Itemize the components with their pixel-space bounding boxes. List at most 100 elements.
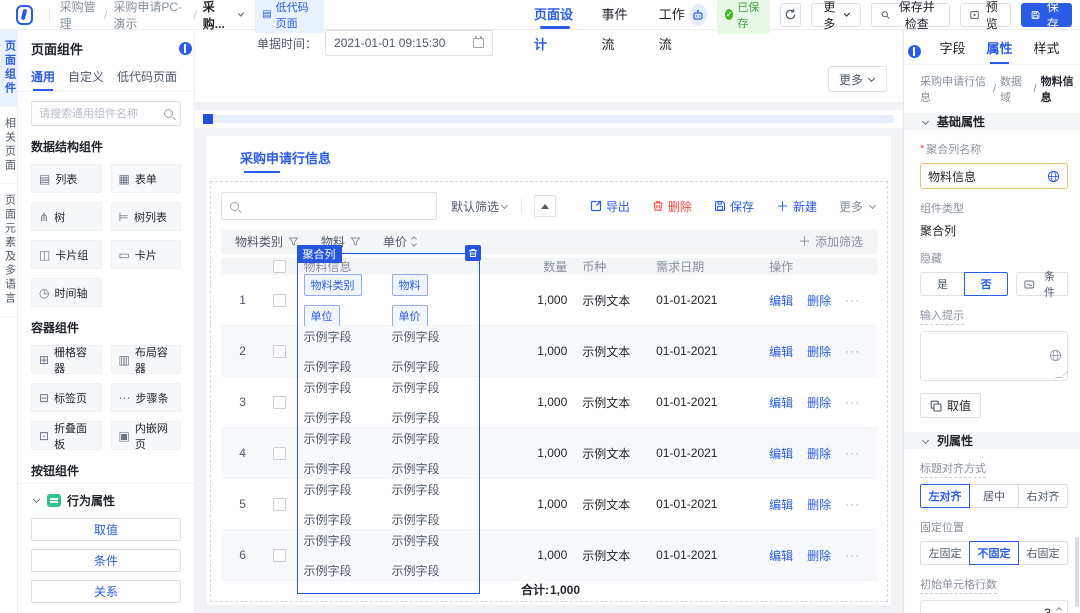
edit-link[interactable]: 编辑: [769, 547, 793, 564]
condition-rules-button[interactable]: 条件: [31, 549, 181, 572]
collapse-panel-icon[interactable]: [908, 44, 921, 58]
list-component-container[interactable]: 默认筛选 导出 删除 保存 ＋ 新建 更多 物料类别 物料 单价 ＋ 添加筛选 …: [210, 181, 888, 602]
delete-link[interactable]: 删除: [807, 445, 831, 462]
component-tile[interactable]: ▥ 布局容器: [110, 345, 181, 375]
tab-properties[interactable]: 属性: [976, 38, 1023, 64]
tab-fields[interactable]: 字段: [929, 38, 976, 64]
behavior-header[interactable]: 行为属性: [31, 492, 181, 509]
breadcrumb-current[interactable]: 采购...: [203, 0, 230, 32]
tab-lowcode-page[interactable]: 低代码页面: [117, 64, 177, 91]
row-checkbox[interactable]: [273, 548, 287, 562]
resize-handle[interactable]: [1055, 371, 1069, 378]
delete-button[interactable]: 删除: [652, 198, 692, 215]
value-config-button[interactable]: 取值: [920, 393, 982, 418]
breadcrumb-item[interactable]: 数据域: [1000, 73, 1030, 105]
hint-textarea[interactable]: [927, 336, 1045, 376]
delete-link[interactable]: 删除: [807, 547, 831, 564]
component-drag-handle[interactable]: [203, 114, 213, 124]
chevron-down-icon[interactable]: [237, 10, 245, 17]
row-more-button[interactable]: ···: [845, 395, 860, 409]
datetime-input[interactable]: 2021-01-01 09:15:30: [325, 30, 494, 56]
component-tile[interactable]: ⋔ 树: [31, 202, 102, 231]
collapsed-component-bar[interactable]: [203, 114, 893, 124]
save-button[interactable]: 保存: [1020, 0, 1072, 31]
field-tag[interactable]: 单位: [303, 304, 340, 327]
row-more-button[interactable]: ···: [845, 497, 860, 511]
refresh-button[interactable]: [780, 2, 802, 27]
export-button[interactable]: 导出: [590, 198, 630, 215]
component-tile[interactable]: ⊞ 栅格容器: [31, 345, 102, 375]
tab-page-design[interactable]: 页面设计: [534, 0, 576, 52]
hidden-yes-button[interactable]: 是: [920, 272, 965, 296]
component-tile[interactable]: ▤ 列表: [31, 164, 102, 193]
filter-chip[interactable]: 物料类别: [235, 233, 299, 250]
fix-none-button[interactable]: 不固定: [969, 541, 1019, 565]
init-rows-value[interactable]: 3: [1044, 606, 1051, 613]
edit-link[interactable]: 编辑: [769, 292, 793, 309]
field-tag[interactable]: 单价: [391, 304, 428, 327]
relation-rules-button[interactable]: 关系: [31, 580, 181, 603]
fix-left-button[interactable]: 左固定: [920, 541, 970, 565]
component-search-input[interactable]: [39, 107, 160, 120]
edit-link[interactable]: 编辑: [769, 394, 793, 411]
component-tile[interactable]: ⊡ 折叠面板: [31, 421, 102, 451]
breadcrumb-item[interactable]: 采购管理: [60, 0, 98, 32]
list-more-button[interactable]: 更多: [839, 198, 877, 215]
row-checkbox[interactable]: [273, 395, 287, 409]
component-tile[interactable]: ⊨ 树列表: [110, 202, 181, 231]
save-and-check-button[interactable]: 保存并检查: [870, 0, 950, 31]
edit-link[interactable]: 编辑: [769, 445, 793, 462]
currency-column-header[interactable]: 币种: [567, 258, 641, 275]
component-tile[interactable]: ▣ 内嵌网页: [110, 421, 181, 451]
filter-preset-select[interactable]: 默认筛选: [451, 198, 509, 215]
field-tag[interactable]: 物料类别: [303, 273, 362, 296]
section-column-props[interactable]: 列属性: [904, 432, 1080, 449]
hidden-condition-button[interactable]: 条件: [1016, 271, 1068, 299]
delete-link[interactable]: 删除: [807, 394, 831, 411]
more-button[interactable]: 更多: [811, 0, 861, 31]
breadcrumb-item[interactable]: 采购申请PC-演示: [113, 0, 187, 32]
select-all-checkbox[interactable]: [273, 260, 287, 273]
delete-link[interactable]: 删除: [807, 292, 831, 309]
list-search-input[interactable]: [244, 199, 428, 213]
rail-tab-page-elements[interactable]: 页面元素及多语言: [0, 184, 18, 317]
rail-tab-related-pages[interactable]: 相关页面: [0, 107, 18, 184]
component-tile[interactable]: ⋯ 步骤条: [110, 383, 181, 412]
align-right-button[interactable]: 右对齐: [1018, 484, 1068, 508]
list-tab-title[interactable]: 采购申请行信息: [240, 148, 331, 173]
collapse-panel-icon[interactable]: [179, 42, 192, 55]
row-more-button[interactable]: ···: [845, 293, 860, 307]
row-more-button[interactable]: ···: [845, 446, 860, 460]
globe-icon[interactable]: [1047, 170, 1060, 183]
component-tile[interactable]: ◫ 卡片组: [31, 240, 102, 269]
agg-name-input[interactable]: [928, 169, 1043, 183]
sort-chip[interactable]: 单价: [383, 233, 417, 250]
preview-button[interactable]: 预览: [959, 0, 1011, 31]
row-checkbox[interactable]: [273, 293, 287, 307]
globe-icon[interactable]: [1049, 349, 1062, 362]
form-more-button[interactable]: 更多: [827, 66, 887, 92]
breadcrumb-item[interactable]: 采购申请行信息: [920, 73, 989, 105]
rail-tab-page-components[interactable]: 页面组件: [0, 30, 18, 107]
edit-link[interactable]: 编辑: [769, 343, 793, 360]
date-column-header[interactable]: 需求日期: [641, 258, 754, 275]
create-button[interactable]: ＋ 新建: [776, 198, 817, 215]
hidden-no-button[interactable]: 否: [963, 272, 1009, 296]
section-basic-props[interactable]: 基础属性: [904, 113, 1080, 130]
collapse-search-button[interactable]: [534, 195, 557, 217]
edit-link[interactable]: 编辑: [769, 496, 793, 513]
row-checkbox[interactable]: [273, 344, 287, 358]
align-left-button[interactable]: 左对齐: [920, 484, 970, 508]
row-checkbox[interactable]: [273, 446, 287, 460]
field-tag[interactable]: 物料: [391, 273, 428, 296]
component-tile[interactable]: ▭ 卡片: [110, 240, 181, 269]
qty-column-header[interactable]: 数量: [474, 258, 567, 275]
fix-right-button[interactable]: 右固定: [1018, 541, 1068, 565]
tab-workflow[interactable]: 工作流: [659, 0, 690, 52]
ai-assistant-button[interactable]: [689, 3, 707, 26]
step-up-icon[interactable]: [1056, 606, 1062, 613]
delete-link[interactable]: 删除: [807, 496, 831, 513]
align-center-button[interactable]: 居中: [969, 484, 1019, 508]
add-filter-button[interactable]: ＋添加筛选: [798, 233, 863, 250]
row-more-button[interactable]: ···: [845, 548, 860, 562]
